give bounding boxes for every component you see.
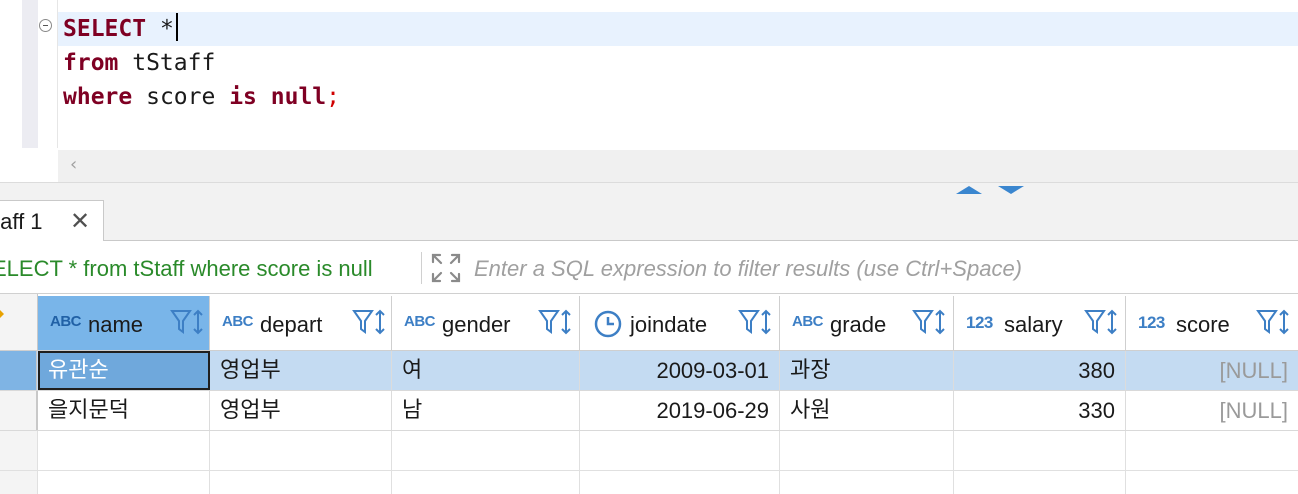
table-cell[interactable]: 사원 xyxy=(780,391,954,430)
clock-icon xyxy=(594,310,622,338)
filter-sort-icon[interactable] xyxy=(170,308,206,336)
filter-input[interactable]: Enter a SQL expression to filter results… xyxy=(474,256,1022,282)
text-type-icon: ABC xyxy=(50,313,82,330)
column-header-label: score xyxy=(1176,312,1230,337)
executed-query-text: ELECT * from tStaff where score is null xyxy=(0,256,373,281)
tab-result-label[interactable]: taff 1 xyxy=(0,209,43,235)
code-line-1[interactable]: SELECT * xyxy=(63,12,178,46)
table-cell[interactable]: 영업부 xyxy=(210,351,392,390)
editor-horizontal-scrollbar[interactable] xyxy=(58,150,1298,182)
filter-sort-icon[interactable] xyxy=(1084,308,1120,336)
filter-sort-icon[interactable] xyxy=(912,308,948,336)
table-cell[interactable]: 2009-03-01 xyxy=(580,351,780,390)
table-cell[interactable]: 380 xyxy=(954,351,1126,390)
text-caret xyxy=(175,13,178,41)
column-header-grade[interactable]: ABC grade xyxy=(780,296,954,350)
scroll-left-icon[interactable]: ‹ xyxy=(70,154,77,175)
filter-sort-icon[interactable] xyxy=(1256,308,1292,336)
table-cell[interactable]: 유관순 xyxy=(38,351,210,390)
fold-collapse-icon[interactable] xyxy=(39,19,52,32)
column-header-label: depart xyxy=(260,312,323,337)
column-header-score[interactable]: 123 score xyxy=(1126,296,1298,350)
row-number-cell[interactable] xyxy=(0,351,37,390)
column-header-name[interactable]: ABC name xyxy=(38,296,210,350)
grid-line xyxy=(579,431,580,494)
number-type-icon: 123 xyxy=(966,313,993,332)
editor-gutter xyxy=(22,0,38,148)
close-icon[interactable]: ✕ xyxy=(70,207,90,235)
maximize-results-icon[interactable] xyxy=(956,186,982,194)
text-type-icon: ABC xyxy=(222,313,254,330)
column-header-label: joindate xyxy=(630,312,708,337)
code-semicolon: ; xyxy=(326,84,340,110)
number-type-icon: 123 xyxy=(1138,313,1165,332)
table-cell-null[interactable]: [NULL] xyxy=(1126,391,1298,430)
filter-sort-icon[interactable] xyxy=(352,308,388,336)
restore-editor-icon[interactable] xyxy=(998,186,1024,194)
column-header-salary[interactable]: 123 salary xyxy=(954,296,1126,350)
table-cell[interactable]: 남 xyxy=(392,391,580,430)
grid-line xyxy=(1125,431,1126,494)
code-text: score xyxy=(132,84,230,110)
text-type-icon: ABC xyxy=(792,313,824,330)
grid-line xyxy=(779,431,780,494)
column-header-label: gender xyxy=(442,312,511,337)
column-header-joindate[interactable]: joindate xyxy=(580,296,780,350)
column-header-label: salary xyxy=(1004,312,1063,337)
table-cell[interactable]: 여 xyxy=(392,351,580,390)
grid-line xyxy=(0,470,1298,471)
grid-line xyxy=(37,431,38,494)
sql-keyword: is xyxy=(229,84,257,110)
table-row[interactable]: 을지문덕 영업부 남 2019-06-29 사원 330 [NULL] xyxy=(0,391,1298,431)
sql-keyword: SELECT xyxy=(63,16,147,42)
code-text: tStaff xyxy=(118,50,216,76)
current-line-highlight xyxy=(58,12,1298,46)
column-header-label: grade xyxy=(830,312,887,337)
filter-sort-icon[interactable] xyxy=(538,308,574,336)
code-line-3[interactable]: where score is null; xyxy=(63,80,340,114)
filter-divider xyxy=(421,252,422,284)
sql-keyword: where xyxy=(63,84,133,110)
column-header-depart[interactable]: ABC depart xyxy=(210,296,392,350)
text-type-icon: ABC xyxy=(404,313,436,330)
code-text: * xyxy=(146,16,174,42)
results-tab-strip xyxy=(0,198,1298,241)
sql-keyword: from xyxy=(63,50,119,76)
row-number-cell[interactable] xyxy=(0,391,37,430)
table-cell-null[interactable]: [NULL] xyxy=(1126,351,1298,390)
grid-line xyxy=(391,431,392,494)
filter-sort-icon[interactable] xyxy=(738,308,774,336)
expand-icon[interactable] xyxy=(430,252,462,284)
table-row[interactable]: 유관순 영업부 여 2009-03-01 과장 380 [NULL] xyxy=(0,351,1298,391)
sql-keyword: null xyxy=(270,84,327,110)
row-marker-icon xyxy=(0,310,4,318)
grid-line xyxy=(953,431,954,494)
code-line-2[interactable]: from tStaff xyxy=(63,46,215,80)
column-header-gender[interactable]: ABC gender xyxy=(392,296,580,350)
column-header-label: name xyxy=(88,312,144,337)
table-cell[interactable]: 2019-06-29 xyxy=(580,391,780,430)
table-cell[interactable]: 을지문덕 xyxy=(38,391,210,430)
table-cell[interactable]: 영업부 xyxy=(210,391,392,430)
table-cell[interactable]: 과장 xyxy=(780,351,954,390)
grid-line xyxy=(209,431,210,494)
table-cell[interactable]: 330 xyxy=(954,391,1126,430)
panel-splitter[interactable] xyxy=(0,182,1298,199)
